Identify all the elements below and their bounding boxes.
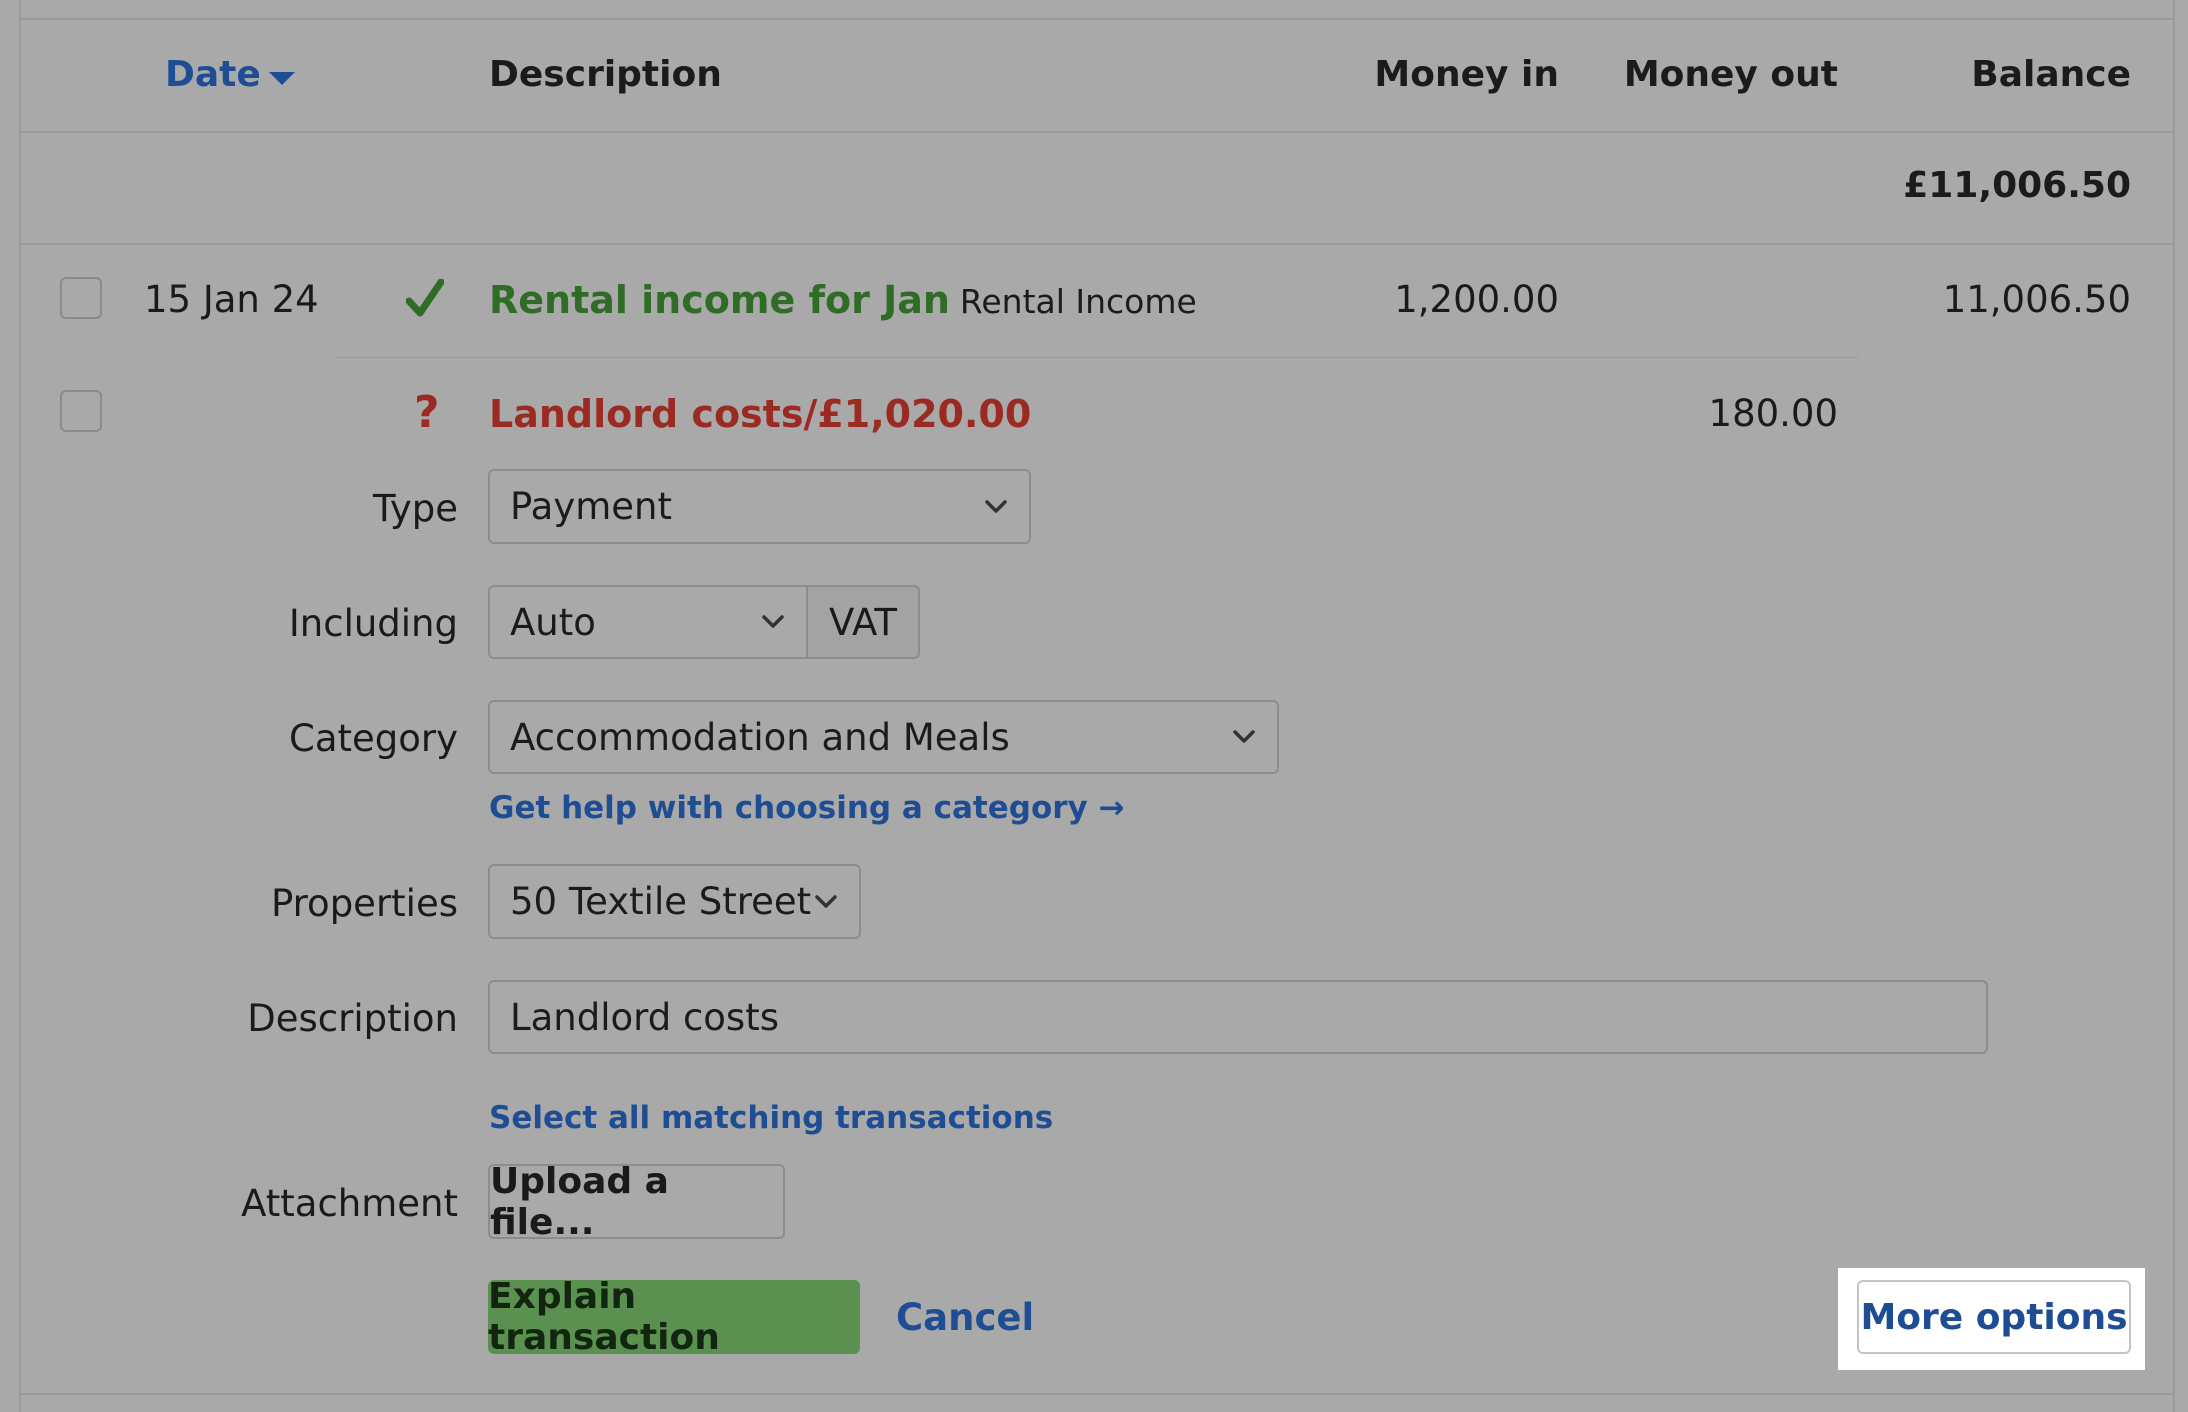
chevron-down-icon	[983, 494, 1009, 520]
divider-top	[19, 18, 2175, 20]
question-icon: ?	[414, 387, 440, 438]
column-header-money-in: Money in	[1374, 54, 1559, 95]
category-help-link[interactable]: Get help with choosing a category →	[489, 790, 1125, 826]
check-icon	[406, 279, 444, 319]
sort-down-icon	[268, 72, 295, 85]
column-header-money-out: Money out	[1623, 54, 1838, 95]
category-select-value: Accommodation and Meals	[510, 715, 1010, 759]
attachment-label: Attachment	[241, 1182, 458, 1225]
row-description-title: Rental income for Jan	[489, 278, 950, 322]
more-options-button[interactable]: More options	[1857, 1280, 2131, 1354]
description-input-value: Landlord costs	[510, 995, 779, 1039]
divider-balance	[19, 243, 2175, 245]
chevron-down-icon	[1231, 724, 1257, 750]
row-checkbox[interactable]	[60, 390, 102, 432]
row-checkbox[interactable]	[60, 277, 102, 319]
row-category-tag: Rental Income	[959, 282, 1197, 321]
category-label: Category	[288, 717, 458, 760]
row-money-out: 180.00	[1708, 392, 1838, 435]
upload-file-button[interactable]: Upload a file...	[488, 1161, 785, 1243]
column-header-date[interactable]: Date	[165, 54, 295, 95]
row-description-unexplained: Landlord costs/£1,020.00	[489, 392, 1032, 436]
including-select[interactable]: Auto	[488, 585, 808, 659]
type-select-value: Payment	[510, 485, 672, 528]
select-matching-link[interactable]: Select all matching transactions	[489, 1100, 1053, 1136]
chevron-down-icon	[813, 889, 839, 915]
row-money-in: 1,200.00	[1394, 278, 1559, 321]
divider-bottom	[19, 1393, 2175, 1395]
vat-addon: VAT	[808, 585, 920, 659]
row-balance: 11,006.50	[1942, 278, 2131, 321]
opening-balance: £11,006.50	[1903, 165, 2131, 206]
row-date: 15 Jan 24	[144, 278, 319, 321]
properties-select[interactable]: 50 Textile Street	[488, 864, 861, 939]
including-select-value: Auto	[510, 600, 596, 644]
column-header-description: Description	[489, 54, 722, 95]
column-header-balance: Balance	[1971, 54, 2131, 95]
column-header-date-label: Date	[165, 54, 261, 95]
divider-header	[19, 131, 2175, 133]
type-select[interactable]: Payment	[488, 469, 1031, 544]
explain-transaction-button[interactable]: Explain transaction	[488, 1276, 860, 1358]
cancel-link[interactable]: Cancel	[896, 1296, 1034, 1339]
category-select[interactable]: Accommodation and Meals	[488, 700, 1279, 774]
divider-row	[335, 357, 1858, 358]
description-input[interactable]: Landlord costs	[488, 980, 1988, 1054]
type-label: Type	[373, 487, 458, 530]
including-label: Including	[288, 602, 458, 645]
properties-label: Properties	[271, 882, 458, 925]
properties-select-value: 50 Textile Street	[510, 880, 812, 923]
row-description[interactable]: Rental income for Jan Rental Income	[489, 278, 1197, 322]
chevron-down-icon	[760, 609, 786, 635]
description-label: Description	[247, 997, 458, 1040]
